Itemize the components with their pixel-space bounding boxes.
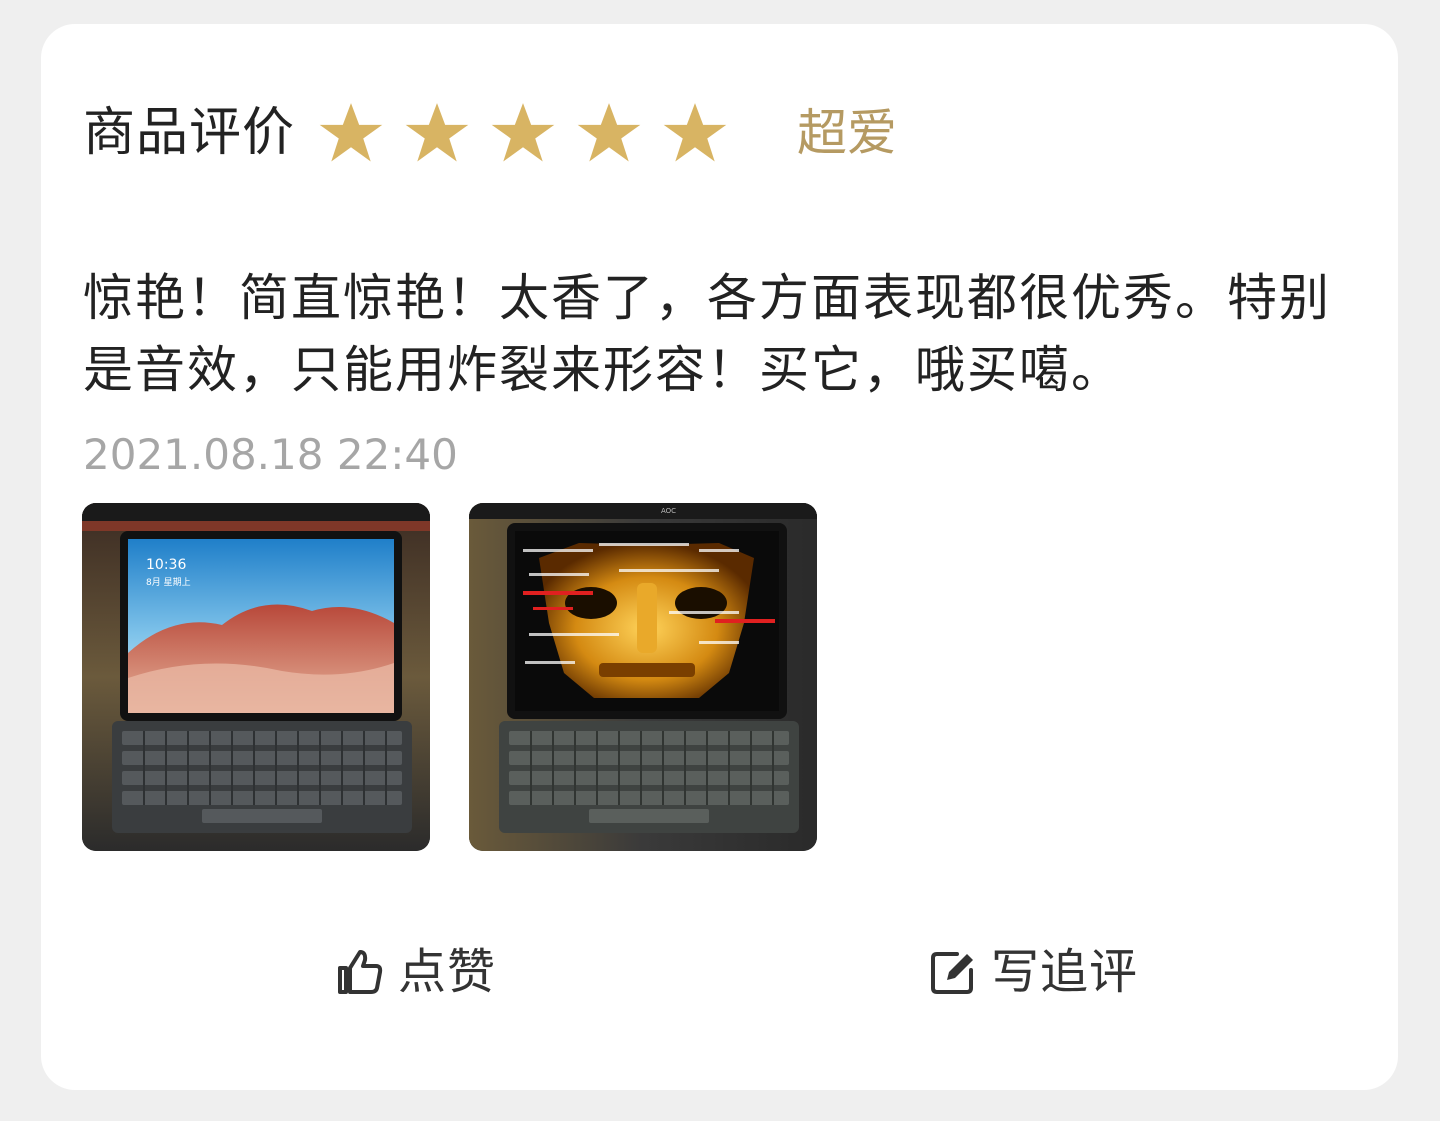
rating-label: 超爱 [797, 104, 898, 162]
like-button[interactable]: 点赞 [334, 942, 496, 1002]
review-card: 商品评价 超爱 惊艳！简直惊艳！太香了，各方面表现都很优秀。特别是音效，只能用炸… [41, 24, 1398, 1090]
star-rating [317, 99, 747, 167]
edit-icon [927, 946, 979, 998]
review-photo-2[interactable]: AOC [469, 503, 817, 851]
star-icon [575, 99, 643, 167]
star-icon [403, 99, 471, 167]
star-icon [661, 99, 729, 167]
thumbs-up-icon [334, 946, 386, 998]
monitor-logo: AOC [661, 507, 676, 515]
review-header: 商品评价 超爱 [83, 98, 897, 168]
star-icon [317, 99, 385, 167]
write-follow-up-label: 写追评 [991, 944, 1139, 1000]
review-timestamp: 2021.08.18 22:40 [83, 430, 458, 479]
photo-screen-time: 10:36 [146, 557, 186, 573]
review-title: 商品评价 [83, 103, 296, 163]
photo-screen-date: 8月 星期上 [146, 577, 191, 588]
review-text: 惊艳！简直惊艳！太香了，各方面表现都很优秀。特别是音效，只能用炸裂来形容！买它，… [83, 269, 1331, 399]
like-label: 点赞 [398, 944, 497, 1000]
tablet-desert-image: 10:36 8月 星期上 [82, 503, 430, 851]
review-photo-1[interactable]: 10:36 8月 星期上 [82, 503, 430, 851]
tablet-golden-mask-image: AOC [469, 503, 817, 851]
star-icon [489, 99, 557, 167]
write-follow-up-review-button[interactable]: 写追评 [927, 942, 1138, 1002]
